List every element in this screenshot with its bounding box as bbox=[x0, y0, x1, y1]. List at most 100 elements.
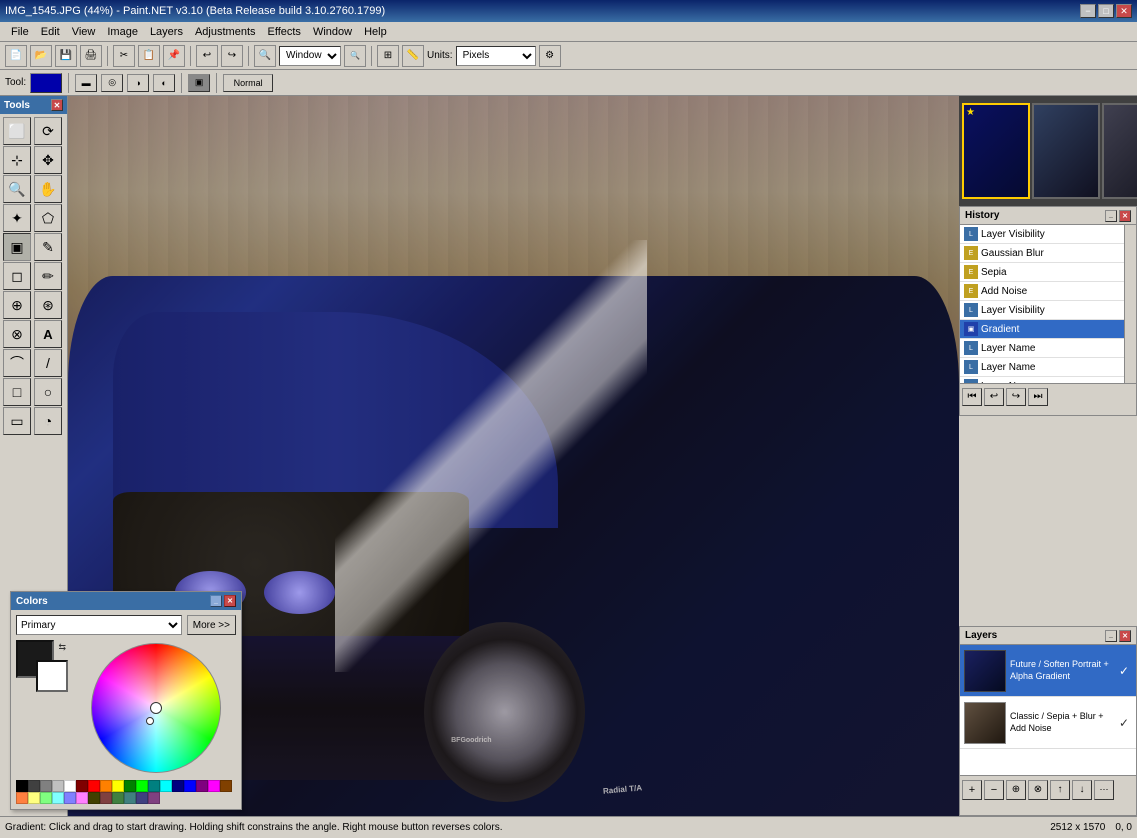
menu-help[interactable]: Help bbox=[358, 24, 393, 40]
palette-r2-3[interactable] bbox=[40, 792, 52, 804]
palette-r2-6[interactable] bbox=[76, 792, 88, 804]
tool-rectangle[interactable]: □ bbox=[3, 378, 31, 406]
palette-dark-red[interactable] bbox=[76, 780, 88, 792]
gradient-radial-btn[interactable]: ◎ bbox=[101, 74, 123, 92]
palette-navy[interactable] bbox=[172, 780, 184, 792]
colors-minimize-button[interactable]: _ bbox=[210, 595, 222, 607]
history-item-6[interactable]: L Layer Name bbox=[960, 339, 1136, 358]
layer-properties-button[interactable]: ⊕ bbox=[1006, 780, 1026, 800]
cut-button[interactable]: ✂ bbox=[113, 45, 135, 67]
menu-image[interactable]: Image bbox=[101, 24, 144, 40]
tool-zoom[interactable]: 🔍 bbox=[3, 175, 31, 203]
minimize-button[interactable]: − bbox=[1080, 4, 1096, 18]
history-item-8[interactable]: L Layer Name bbox=[960, 377, 1136, 383]
tool-pencil[interactable]: ✏ bbox=[34, 262, 62, 290]
palette-purple[interactable] bbox=[196, 780, 208, 792]
layer-down-button[interactable]: ↓ bbox=[1072, 780, 1092, 800]
palette-red[interactable] bbox=[88, 780, 100, 792]
ruler-button[interactable]: 📏 bbox=[402, 45, 424, 67]
undo-button[interactable]: ↩ bbox=[196, 45, 218, 67]
menu-edit[interactable]: Edit bbox=[35, 24, 66, 40]
tool-line[interactable]: ⌒ bbox=[3, 349, 31, 377]
palette-white[interactable] bbox=[64, 780, 76, 792]
tool-text[interactable]: A bbox=[34, 320, 62, 348]
palette-dark-green[interactable] bbox=[124, 780, 136, 792]
grid-button[interactable]: ⊞ bbox=[377, 45, 399, 67]
menu-window[interactable]: Window bbox=[307, 24, 358, 40]
palette-r2-12[interactable] bbox=[148, 792, 160, 804]
settings-button[interactable]: ⚙ bbox=[539, 45, 561, 67]
history-close-button[interactable]: ✕ bbox=[1119, 210, 1131, 222]
palette-blue[interactable] bbox=[184, 780, 196, 792]
tool-eraser[interactable]: ◻ bbox=[3, 262, 31, 290]
colors-close-button[interactable]: ✕ bbox=[224, 595, 236, 607]
save-button[interactable]: 💾 bbox=[55, 45, 77, 67]
palette-black[interactable] bbox=[16, 780, 28, 792]
redo-button[interactable]: ↪ bbox=[221, 45, 243, 67]
tool-color-picker[interactable]: ⊕ bbox=[3, 291, 31, 319]
tool-shapes[interactable]: / bbox=[34, 349, 62, 377]
tool-rounded-rect[interactable]: ▭ bbox=[3, 407, 31, 435]
layer-duplicate-button[interactable]: ⊗ bbox=[1028, 780, 1048, 800]
gradient-linear-btn[interactable]: ▬ bbox=[75, 74, 97, 92]
palette-light-gray[interactable] bbox=[52, 780, 64, 792]
zoom-out-button[interactable]: 🔍 bbox=[344, 45, 366, 67]
menu-effects[interactable]: Effects bbox=[262, 24, 307, 40]
history-item-4[interactable]: L Layer Visibility bbox=[960, 301, 1136, 320]
open-button[interactable]: 📂 bbox=[30, 45, 52, 67]
layers-close-button[interactable]: ✕ bbox=[1119, 630, 1131, 642]
color-wheel-container[interactable] bbox=[76, 640, 236, 776]
tool-move-pixels[interactable]: ⊹ bbox=[3, 146, 31, 174]
palette-brown[interactable] bbox=[220, 780, 232, 792]
tool-color-indicator[interactable] bbox=[30, 73, 62, 93]
palette-orange[interactable] bbox=[100, 780, 112, 792]
layer-item-1[interactable]: Classic / Sepia + Blur + Add Noise ✓ bbox=[960, 697, 1136, 749]
color-mode-select[interactable]: Primary Secondary bbox=[16, 615, 182, 635]
palette-r2-8[interactable] bbox=[100, 792, 112, 804]
history-item-0[interactable]: L Layer Visibility bbox=[960, 225, 1136, 244]
layers-minimize-button[interactable]: _ bbox=[1105, 630, 1117, 642]
history-first-button[interactable]: ⏮ bbox=[962, 388, 982, 406]
palette-magenta[interactable] bbox=[208, 780, 220, 792]
palette-r2-7[interactable] bbox=[88, 792, 100, 804]
palette-dark-gray[interactable] bbox=[28, 780, 40, 792]
tool-move-selection[interactable]: ✥ bbox=[34, 146, 62, 174]
history-minimize-button[interactable]: _ bbox=[1105, 210, 1117, 222]
menu-layers[interactable]: Layers bbox=[144, 24, 189, 40]
tool-paint-bucket[interactable]: ⬠ bbox=[34, 204, 62, 232]
new-button[interactable]: 📄 bbox=[5, 45, 27, 67]
palette-teal[interactable] bbox=[148, 780, 160, 792]
blend-mode-btn[interactable]: Normal bbox=[223, 74, 273, 92]
history-item-5[interactable]: ▣ Gradient bbox=[960, 320, 1136, 339]
palette-gray[interactable] bbox=[40, 780, 52, 792]
thumbnail-2[interactable] bbox=[1102, 103, 1137, 199]
palette-r2-5[interactable] bbox=[64, 792, 76, 804]
thumbnail-1[interactable] bbox=[1032, 103, 1100, 199]
menu-adjustments[interactable]: Adjustments bbox=[189, 24, 262, 40]
tool-ellipse[interactable]: ○ bbox=[34, 378, 62, 406]
palette-r2-1[interactable] bbox=[16, 792, 28, 804]
palette-r2-2[interactable] bbox=[28, 792, 40, 804]
tool-magic-wand[interactable]: ✦ bbox=[3, 204, 31, 232]
palette-r2-9[interactable] bbox=[112, 792, 124, 804]
more-button[interactable]: More >> bbox=[187, 615, 236, 635]
paste-button[interactable]: 📌 bbox=[163, 45, 185, 67]
history-item-1[interactable]: E Gaussian Blur bbox=[960, 244, 1136, 263]
tool-paintbrush[interactable]: ✎ bbox=[34, 233, 62, 261]
history-scrollbar[interactable] bbox=[1124, 225, 1136, 383]
tools-close-button[interactable]: ✕ bbox=[51, 99, 63, 111]
palette-r2-10[interactable] bbox=[124, 792, 136, 804]
history-item-7[interactable]: L Layer Name bbox=[960, 358, 1136, 377]
menu-file[interactable]: File bbox=[5, 24, 35, 40]
palette-green[interactable] bbox=[136, 780, 148, 792]
swap-colors-button[interactable]: ⇆ bbox=[58, 642, 66, 653]
copy-button[interactable]: 📋 bbox=[138, 45, 160, 67]
layer-merge-button[interactable]: ⋯ bbox=[1094, 780, 1114, 800]
palette-cyan[interactable] bbox=[160, 780, 172, 792]
zoom-in-button[interactable]: 🔍 bbox=[254, 45, 276, 67]
palette-yellow[interactable] bbox=[112, 780, 124, 792]
layer-up-button[interactable]: ↑ bbox=[1050, 780, 1070, 800]
history-redo-button[interactable]: ↪ bbox=[1006, 388, 1026, 406]
print-button[interactable]: 🖨 bbox=[80, 45, 102, 67]
history-last-button[interactable]: ⏭ bbox=[1028, 388, 1048, 406]
